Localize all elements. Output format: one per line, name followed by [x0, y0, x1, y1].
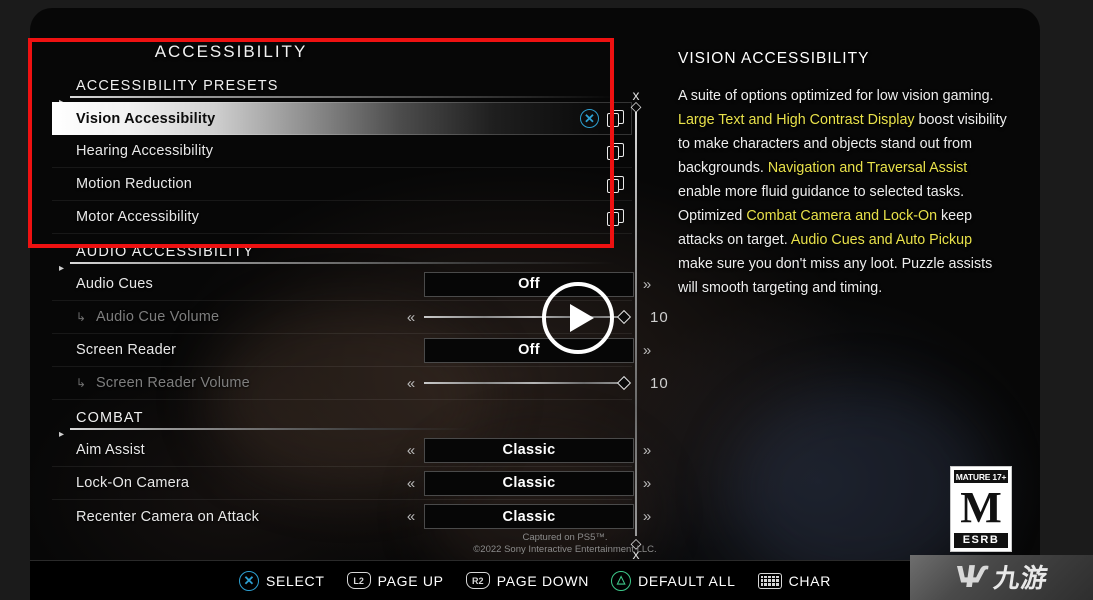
- row-controls: « Classic »: [404, 434, 654, 466]
- option-value[interactable]: Classic: [424, 504, 634, 529]
- game-screenshot: ACCESSIBILITY ▸ ACCESSIBILITY PRESETS Vi…: [0, 0, 1093, 600]
- credit-line-1: Captured on PS5™.: [522, 532, 608, 543]
- row-label: Audio Cue Volume: [96, 309, 220, 325]
- decrement-arrow-icon[interactable]: «: [404, 475, 418, 492]
- section-label: AUDIO ACCESSIBILITY: [76, 244, 255, 260]
- row-controls: [607, 135, 624, 167]
- ps-cross-button-icon[interactable]: ✕: [580, 109, 599, 128]
- row-label: Hearing Accessibility: [76, 143, 214, 159]
- pages-icon[interactable]: [607, 142, 624, 160]
- description-body: A suite of options optimized for low vis…: [678, 84, 1008, 300]
- row-label: Vision Accessibility: [76, 110, 216, 127]
- play-icon: [569, 304, 594, 332]
- option-value[interactable]: Classic: [424, 470, 634, 496]
- decrement-arrow-icon[interactable]: «: [404, 508, 418, 525]
- row-controls: « Off »: [404, 334, 654, 366]
- scrollbar[interactable]: x ◇ ◇ x: [626, 87, 646, 561]
- prompt-label: PAGE DOWN: [496, 572, 590, 589]
- section-label: ACCESSIBILITY PRESETS: [76, 78, 279, 94]
- scrollbar-track[interactable]: [635, 112, 637, 536]
- desc-seg: make sure you don't miss any loot. Puzzl…: [678, 256, 993, 296]
- prompt-select[interactable]: ✕ SELECT: [238, 570, 325, 591]
- pages-icon[interactable]: [607, 175, 624, 193]
- prompt-label: SELECT: [265, 572, 325, 589]
- option-value[interactable]: Classic: [424, 437, 634, 463]
- row-controls: « Classic »: [404, 467, 654, 499]
- accessibility-settings-panel: ACCESSIBILITY ▸ ACCESSIBILITY PRESETS Vi…: [30, 8, 1040, 600]
- capture-credit: Captured on PS5™. ©2022 Sony Interactive…: [30, 532, 1040, 556]
- prompt-label: PAGE UP: [377, 572, 444, 589]
- row-label: Lock-On Camera: [76, 475, 190, 491]
- settings-row-motor-accessibility[interactable]: Motor Accessibility: [52, 201, 632, 234]
- row-label: Aim Assist: [76, 442, 145, 458]
- prompt-label: CHAR: [788, 572, 832, 589]
- decrement-arrow-icon[interactable]: «: [404, 375, 418, 392]
- settings-row-motion-reduction[interactable]: Motion Reduction: [52, 168, 632, 201]
- description-panel: VISION ACCESSIBILITY A suite of options …: [678, 50, 1008, 300]
- row-label: Screen Reader: [76, 342, 177, 358]
- prompt-character[interactable]: CHAR: [757, 572, 832, 589]
- keyboard-icon: [757, 572, 782, 589]
- row-label: Audio Cues: [76, 276, 153, 292]
- volume-slider[interactable]: [424, 375, 632, 391]
- row-controls: « Classic »: [404, 500, 654, 533]
- section-header-audio: ▸ AUDIO ACCESSIBILITY: [52, 244, 632, 274]
- page-title: ACCESSIBILITY: [154, 42, 308, 61]
- credit-line-2: ©2022 Sony Interactive Entertainment LLC…: [473, 544, 657, 555]
- section-divider: [70, 262, 615, 264]
- row-label: Recenter Camera on Attack: [76, 508, 260, 525]
- row-controls: [607, 168, 624, 200]
- section-divider: [70, 428, 470, 430]
- l2-shoulder-button-icon: L2: [346, 572, 371, 589]
- row-label: Motor Accessibility: [76, 209, 200, 225]
- settings-row-screen-reader-volume[interactable]: ↳ Screen Reader Volume « 10: [52, 367, 668, 400]
- sub-item-icon: ↳: [76, 376, 87, 390]
- row-controls: « Off »: [404, 268, 654, 300]
- scrollbar-top-ornament-icon: x ◇: [630, 87, 642, 114]
- description-title: VISION ACCESSIBILITY: [678, 50, 870, 67]
- desc-seg: A suite of options optimized for low vis…: [678, 88, 994, 104]
- section-header-presets: ▸ ACCESSIBILITY PRESETS: [52, 78, 632, 108]
- watermark-logo-icon: Ѱ: [952, 559, 991, 595]
- esrb-rating-letter: M: [960, 483, 1002, 532]
- slider-value: 10: [650, 374, 669, 392]
- decrement-arrow-icon[interactable]: «: [404, 309, 418, 326]
- prompt-page-up[interactable]: L2 PAGE UP: [346, 572, 444, 589]
- desc-seg-highlight: Audio Cues and Auto Pickup: [790, 232, 973, 248]
- prompt-page-down[interactable]: R2 PAGE DOWN: [465, 572, 590, 589]
- esrb-top-label: MATURE 17+: [954, 470, 1008, 483]
- decrement-arrow-icon[interactable]: «: [404, 442, 418, 459]
- settings-list: ACCESSIBILITY ▸ ACCESSIBILITY PRESETS Vi…: [52, 42, 668, 552]
- row-controls: ✕: [580, 102, 624, 135]
- watermark-text: 九游: [991, 562, 1050, 593]
- desc-seg-highlight: Navigation and Traversal Assist: [767, 160, 968, 176]
- play-button[interactable]: [542, 282, 614, 354]
- site-watermark: Ѱ 九游: [910, 555, 1093, 600]
- sub-item-icon: ↳: [76, 310, 87, 324]
- settings-row-aim-assist[interactable]: Aim Assist « Classic »: [52, 434, 651, 467]
- section-label: COMBAT: [76, 410, 144, 426]
- settings-row-recenter-camera-on-attack[interactable]: Recenter Camera on Attack « Classic »: [52, 500, 651, 533]
- settings-row-vision-accessibility[interactable]: Vision Accessibility ✕: [52, 102, 632, 135]
- desc-seg-highlight: Combat Camera and Lock-On: [746, 208, 938, 224]
- settings-row-screen-reader[interactable]: Screen Reader « Off »: [52, 334, 651, 367]
- pages-icon[interactable]: [607, 208, 624, 226]
- settings-row-lock-on-camera[interactable]: Lock-On Camera « Classic »: [52, 467, 651, 500]
- row-controls: [607, 201, 624, 233]
- r2-shoulder-button-icon: R2: [465, 572, 490, 589]
- pages-icon[interactable]: [607, 110, 624, 127]
- settings-row-hearing-accessibility[interactable]: Hearing Accessibility: [52, 135, 632, 168]
- ps-triangle-button-icon: △: [611, 570, 632, 591]
- section-divider: [70, 96, 615, 98]
- prompt-label: DEFAULT ALL: [638, 572, 736, 589]
- desc-seg-highlight: Large Text and High Contrast Display: [678, 112, 915, 128]
- row-label: Screen Reader Volume: [96, 375, 250, 391]
- button-prompt-bar: ✕ SELECT L2 PAGE UP R2 PAGE DOWN △ DEFAU…: [30, 560, 1040, 600]
- settings-row-audio-cues[interactable]: Audio Cues « Off »: [52, 268, 651, 301]
- ps-cross-button-icon: ✕: [238, 570, 259, 591]
- section-header-combat: ▸ COMBAT: [52, 410, 632, 440]
- prompt-default-all[interactable]: △ DEFAULT ALL: [611, 570, 736, 591]
- row-label: Motion Reduction: [76, 176, 193, 192]
- slider-value: 10: [650, 308, 669, 326]
